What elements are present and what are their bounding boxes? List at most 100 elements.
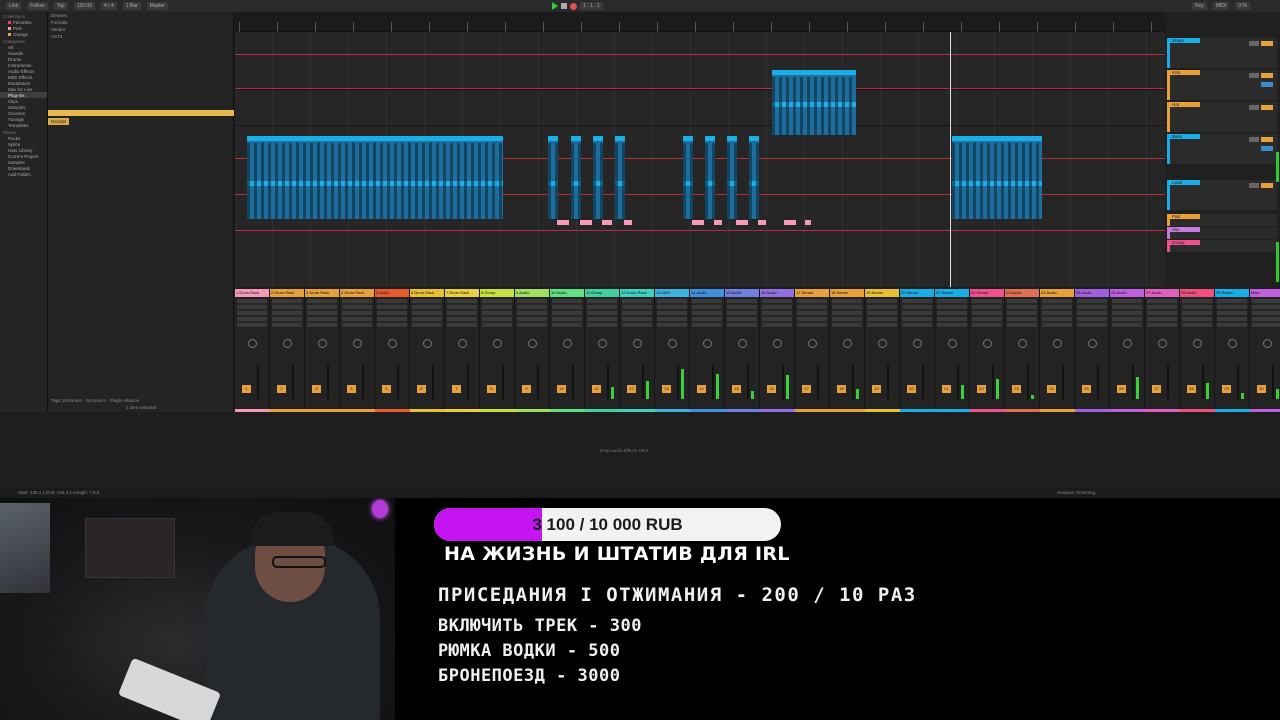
track-header[interactable]: Pad — [1167, 214, 1277, 226]
pink-clip[interactable] — [758, 220, 766, 225]
pink-clip[interactable] — [784, 220, 796, 225]
mixer-strip[interactable]: 5 Audio 5 — [375, 289, 410, 412]
pink-clip[interactable] — [736, 220, 748, 225]
midi-clip[interactable] — [571, 136, 581, 219]
io-routing[interactable] — [1042, 299, 1072, 327]
volume-fader[interactable] — [992, 365, 994, 399]
pink-clip[interactable] — [805, 220, 811, 225]
volume-fader[interactable] — [1097, 365, 1099, 399]
track-activator-button[interactable]: 21 — [942, 385, 951, 393]
play-icon[interactable] — [552, 2, 558, 10]
track-activator-button[interactable]: 8 — [487, 385, 496, 393]
io-routing[interactable] — [832, 299, 862, 327]
send-knob[interactable] — [667, 339, 677, 348]
mixer-strip[interactable]: 7 Drum Rack 7 — [445, 289, 480, 412]
strip-title[interactable]: 15 Audio — [725, 289, 759, 297]
volume-fader[interactable] — [712, 365, 714, 399]
mixer-strip[interactable]: 20 Serum 20 — [900, 289, 935, 412]
io-routing[interactable] — [692, 299, 722, 327]
track-activator-button[interactable]: 5 — [382, 385, 391, 393]
strip-title[interactable]: 23 Audio — [1005, 289, 1039, 297]
send-knob[interactable] — [807, 339, 817, 348]
midi-clip[interactable] — [548, 136, 558, 219]
stop-icon[interactable] — [561, 3, 567, 9]
volume-fader[interactable] — [1237, 365, 1239, 399]
volume-fader[interactable] — [1272, 365, 1274, 399]
mixer-strip[interactable]: 29 Return 29 — [1215, 289, 1250, 412]
io-routing[interactable] — [342, 299, 372, 327]
io-routing[interactable] — [272, 299, 302, 327]
mixer-strip[interactable]: 22 Serum 22 — [970, 289, 1005, 412]
pink-clip[interactable] — [624, 220, 632, 225]
mixer-strip[interactable]: 18 Serum 18 — [830, 289, 865, 412]
volume-fader[interactable] — [957, 365, 959, 399]
midi-clip[interactable] — [772, 70, 856, 135]
send-knob[interactable] — [562, 339, 572, 348]
strip-title[interactable]: 16 Audio — [760, 289, 794, 297]
volume-fader[interactable] — [852, 365, 854, 399]
mixer-strip[interactable]: 27 Audio 27 — [1145, 289, 1180, 412]
volume-fader[interactable] — [922, 365, 924, 399]
send-knob[interactable] — [1227, 339, 1237, 348]
send-knob[interactable] — [422, 339, 432, 348]
io-routing[interactable] — [307, 299, 337, 327]
io-routing[interactable] — [1007, 299, 1037, 327]
sidebar-item-add-folder[interactable]: Add Folder... — [0, 171, 47, 177]
track-activator-button[interactable]: 28 — [1187, 385, 1196, 393]
volume-fader[interactable] — [747, 365, 749, 399]
mixer-strip[interactable]: 28 Audio 28 — [1180, 289, 1215, 412]
track-activator-button[interactable]: 15 — [732, 385, 741, 393]
mixer-strip[interactable]: 8 Group 8 — [480, 289, 515, 412]
strip-title[interactable]: 26 Audio — [1110, 289, 1144, 297]
mixer-strip[interactable]: 6 Drum Rack 6 — [410, 289, 445, 412]
tap-button[interactable]: Tap — [53, 2, 68, 10]
playhead[interactable] — [950, 32, 951, 287]
track-header[interactable]: Snare — [1167, 38, 1277, 68]
volume-fader[interactable] — [397, 365, 399, 399]
track-activator-button[interactable]: 18 — [837, 385, 846, 393]
io-routing[interactable] — [237, 299, 267, 327]
strip-title[interactable]: 25 Audio — [1075, 289, 1109, 297]
io-routing[interactable] — [412, 299, 442, 327]
track-header[interactable]: Vox — [1167, 227, 1277, 239]
midi-clip[interactable] — [593, 136, 603, 219]
track-activator-button[interactable]: 20 — [907, 385, 916, 393]
io-routing[interactable] — [1217, 299, 1247, 327]
io-routing[interactable] — [972, 299, 1002, 327]
send-knob[interactable] — [282, 339, 292, 348]
strip-title[interactable]: 2 Drum Rack — [270, 289, 304, 297]
tag-plugin-alliance[interactable]: Plugin Alliance — [110, 398, 139, 403]
track-activator[interactable] — [1249, 137, 1259, 142]
midi-clip[interactable] — [727, 136, 737, 219]
send-knob[interactable] — [737, 339, 747, 348]
mixer-strip[interactable]: 9 Audio 9 — [515, 289, 550, 412]
mixer-strip[interactable]: 24 Audio 24 — [1040, 289, 1075, 412]
strip-title[interactable]: 19 Serum — [865, 289, 899, 297]
io-routing[interactable] — [727, 299, 757, 327]
strip-title[interactable]: 27 Audio — [1145, 289, 1179, 297]
send-knob[interactable] — [1192, 339, 1202, 348]
send-knob[interactable] — [247, 339, 257, 348]
track-activator-button[interactable]: 22 — [977, 385, 986, 393]
strip-title[interactable]: 13 MIDI — [655, 289, 689, 297]
track-activator-button[interactable]: 2 — [277, 385, 286, 393]
pink-clip[interactable] — [692, 220, 704, 225]
track-activator-button[interactable]: 7 — [452, 385, 461, 393]
midi-clip[interactable] — [247, 136, 503, 219]
tag-dynamics[interactable]: Dynamics — [86, 398, 106, 403]
io-routing[interactable] — [1252, 299, 1280, 327]
mixer-strip[interactable]: Main 30 — [1250, 289, 1280, 412]
send-knob[interactable] — [632, 339, 642, 348]
track-header[interactable]: Group — [1167, 240, 1277, 252]
track-activator-button[interactable]: 10 — [557, 385, 566, 393]
track-name[interactable]: Hat — [1170, 102, 1200, 107]
send-knob[interactable] — [352, 339, 362, 348]
track-activator-button[interactable]: 25 — [1082, 385, 1091, 393]
strip-title[interactable]: 4 Drum Rack — [340, 289, 374, 297]
send-knob[interactable] — [1087, 339, 1097, 348]
track-header[interactable]: Hat — [1167, 102, 1277, 132]
tag-distortion[interactable]: Distortion — [63, 398, 82, 403]
track-arm[interactable] — [1261, 146, 1273, 151]
send-knob[interactable] — [1122, 339, 1132, 348]
send-knob[interactable] — [387, 339, 397, 348]
